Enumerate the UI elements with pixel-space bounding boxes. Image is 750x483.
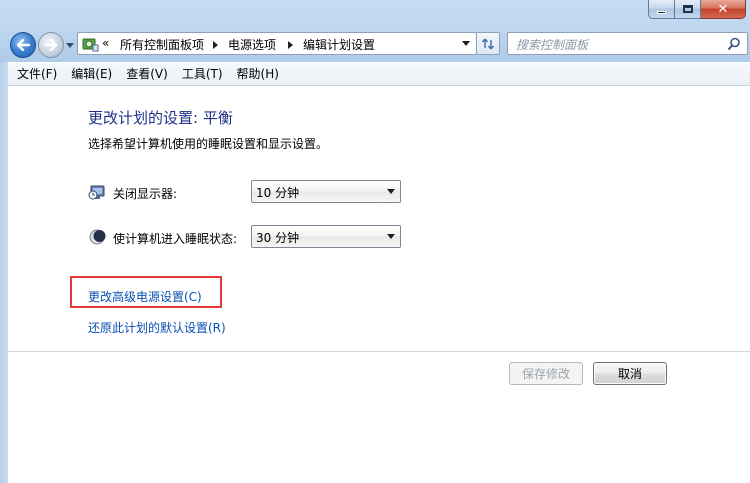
display-off-value: 10 分钟 (256, 186, 300, 200)
maximize-icon (682, 5, 693, 13)
forward-arrow-icon (44, 39, 58, 51)
save-changes-button[interactable]: 保存修改 (509, 362, 583, 385)
monitor-clock-icon (88, 185, 105, 200)
breadcrumb-separator-icon[interactable] (213, 41, 218, 49)
chevron-down-icon (387, 234, 395, 239)
search-input[interactable]: 搜索控制面板 (507, 32, 748, 55)
window-border-left (0, 62, 8, 483)
address-overflow-chevron[interactable]: « (102, 36, 109, 50)
menu-bar: 文件(F) 编辑(E) 查看(V) 工具(T) 帮助(H) (8, 63, 750, 86)
menu-tools[interactable]: 工具(T) (175, 63, 230, 86)
breadcrumb-separator-icon[interactable] (288, 41, 293, 49)
refresh-button[interactable] (477, 32, 500, 55)
sleep-select[interactable]: 30 分钟 (251, 225, 401, 248)
chevron-down-icon (387, 189, 395, 194)
back-arrow-icon (16, 39, 30, 51)
menu-help[interactable]: 帮助(H) (230, 63, 286, 86)
close-icon: ✕ (717, 1, 729, 17)
display-off-label: 关闭显示器: (113, 187, 178, 201)
back-button[interactable] (10, 32, 36, 58)
menu-edit[interactable]: 编辑(E) (64, 63, 119, 86)
menu-view[interactable]: 查看(V) (119, 63, 175, 86)
refresh-icon (481, 38, 495, 49)
page-title: 更改计划的设置: 平衡 (88, 109, 233, 127)
recent-pages-button[interactable] (64, 40, 76, 52)
minimize-icon (657, 10, 666, 14)
address-dropdown-icon[interactable] (462, 41, 470, 46)
moon-sleep-icon (89, 229, 106, 245)
minimize-button[interactable] (648, 0, 675, 19)
menu-file[interactable]: 文件(F) (8, 63, 64, 86)
maximize-button[interactable] (675, 0, 701, 19)
chevron-down-icon (66, 43, 74, 48)
content-pane: 更改计划的设置: 平衡 选择希望计算机使用的睡眠设置和显示设置。 关闭显示器: … (8, 87, 750, 483)
cancel-button[interactable]: 取消 (593, 362, 667, 385)
search-icon[interactable] (727, 37, 741, 51)
breadcrumb-power-options[interactable]: 电源选项 (228, 36, 276, 53)
caption-buttons: ✕ (648, 0, 746, 19)
page-subtitle: 选择希望计算机使用的睡眠设置和显示设置。 (88, 137, 329, 151)
control-panel-icon (82, 38, 99, 52)
search-placeholder: 搜索控制面板 (516, 38, 589, 52)
advanced-power-settings-link[interactable]: 更改高级电源设置(C) (88, 288, 202, 305)
restore-defaults-link[interactable]: 还原此计划的默认设置(R) (88, 319, 226, 336)
forward-button[interactable] (38, 32, 64, 58)
display-off-select[interactable]: 10 分钟 (251, 180, 401, 203)
sleep-label: 使计算机进入睡眠状态: (113, 232, 238, 246)
sleep-value: 30 分钟 (256, 231, 300, 245)
breadcrumb-all-items[interactable]: 所有控制面板项 (120, 36, 204, 53)
close-button[interactable]: ✕ (701, 0, 746, 19)
divider (8, 351, 750, 352)
address-bar[interactable]: « 所有控制面板项 电源选项 编辑计划设置 (77, 32, 477, 55)
breadcrumb-edit-plan[interactable]: 编辑计划设置 (303, 36, 375, 53)
